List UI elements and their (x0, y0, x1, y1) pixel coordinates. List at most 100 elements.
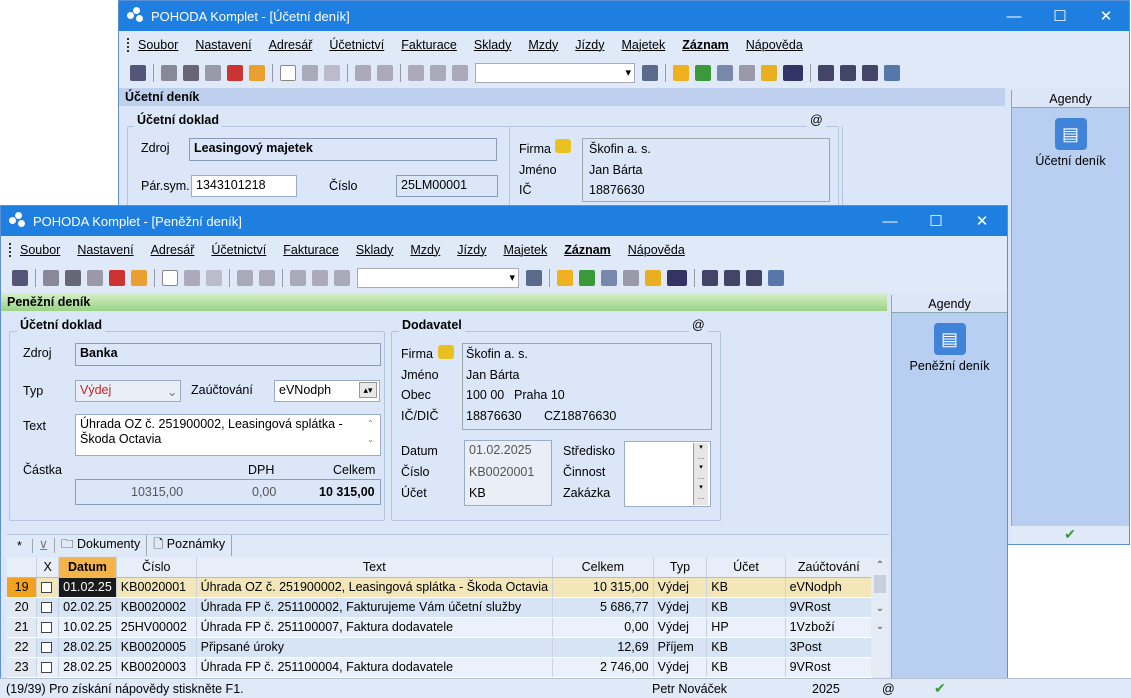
menu-adresar[interactable]: Adresář (151, 243, 195, 257)
menu-majetek[interactable]: Majetek (503, 243, 547, 257)
tools-icon[interactable] (259, 270, 275, 286)
text-area[interactable]: Úhrada OZ č. 251900002, Leasingová splát… (75, 414, 381, 456)
handshake-icon[interactable] (555, 139, 571, 153)
table-row[interactable]: 21 10.02.25 25HV00002 Úhrada FP č. 25110… (7, 617, 874, 638)
new-icon[interactable] (162, 270, 178, 286)
iban-icon[interactable] (783, 65, 803, 81)
col-cislo[interactable]: Číslo (116, 557, 197, 578)
filter-icon[interactable] (642, 65, 658, 81)
close-button[interactable]: ✕ (1083, 1, 1129, 31)
dropdown-buttons[interactable]: ▾… ▾… ▾… (693, 443, 708, 505)
table-scrollbar[interactable]: ⌃ ⌄ ⌄ (871, 557, 889, 677)
coins-icon[interactable] (761, 65, 777, 81)
money-icon[interactable] (579, 270, 595, 286)
chevron-down-icon[interactable]: ⌄ (167, 384, 177, 399)
calculator-icon[interactable] (623, 270, 639, 286)
menu-napoveda[interactable]: Nápověda (628, 243, 685, 257)
print-icon[interactable] (183, 65, 199, 81)
scroll-arrows-icon[interactable]: ⌃ ⌄ (367, 416, 374, 448)
menu-jizdy[interactable]: Jízdy (575, 38, 604, 52)
col-zauct[interactable]: Zaúčtování (785, 557, 874, 578)
folder-icon[interactable] (673, 65, 689, 81)
row-checkbox[interactable] (36, 657, 60, 678)
menu-zaznam[interactable]: Záznam (564, 243, 611, 257)
table-row[interactable]: 22 28.02.25 KB0020005 Připsané úroky 12,… (7, 637, 874, 658)
new-icon[interactable] (280, 65, 296, 81)
menu-nastaveni[interactable]: Nastavení (195, 38, 251, 52)
menu-sklady[interactable]: Sklady (474, 38, 512, 52)
list-icon[interactable] (840, 65, 856, 81)
help-icon[interactable] (884, 65, 900, 81)
maximize-button[interactable]: ☐ (1037, 1, 1083, 31)
tab-poznamky[interactable]: 🗋 Poznámky (147, 535, 233, 556)
print-icon[interactable] (65, 270, 81, 286)
help-icon[interactable] (768, 270, 784, 286)
monitor-icon[interactable] (818, 65, 834, 81)
tools-icon[interactable] (377, 65, 393, 81)
col-datum[interactable]: Datum (58, 557, 117, 578)
agenda-item-label[interactable]: Účetní deník (1012, 154, 1129, 168)
calculator-icon[interactable] (739, 65, 755, 81)
folder-icon[interactable] (557, 270, 573, 286)
window-icon[interactable] (862, 65, 878, 81)
edit-icon[interactable] (184, 270, 200, 286)
menu-majetek[interactable]: Majetek (621, 38, 665, 52)
menu-mzdy[interactable]: Mzdy (410, 243, 440, 257)
table-icon[interactable] (601, 270, 617, 286)
menu-fakturace[interactable]: Fakturace (401, 38, 457, 52)
export-icon[interactable] (131, 270, 147, 286)
menu-napoveda[interactable]: Nápověda (746, 38, 803, 52)
back-arrow-icon[interactable] (237, 270, 253, 286)
exit-icon[interactable] (12, 270, 28, 286)
col-text[interactable]: Text (196, 557, 554, 578)
save-icon[interactable] (290, 270, 306, 286)
row-checkbox[interactable] (36, 637, 60, 658)
col-x[interactable]: X (36, 557, 60, 578)
monitor-icon[interactable] (702, 270, 718, 286)
save-icon[interactable] (408, 65, 424, 81)
exit-icon[interactable] (130, 65, 146, 81)
coins-icon[interactable] (645, 270, 661, 286)
menu-soubor[interactable]: Soubor (138, 38, 178, 52)
search-combo[interactable] (357, 268, 519, 288)
ledger-icon[interactable]: ▤ (1054, 118, 1087, 150)
window-icon[interactable] (746, 270, 762, 286)
doc-icon[interactable] (430, 65, 446, 81)
calc-icon[interactable] (324, 65, 340, 81)
minimize-button[interactable]: — (991, 1, 1037, 31)
ledger-icon[interactable]: ▤ (933, 323, 966, 355)
tab-star[interactable]: * (7, 538, 33, 553)
calc-icon[interactable] (206, 270, 222, 286)
preview-icon[interactable] (87, 270, 103, 286)
col-celkem[interactable]: Celkem (552, 557, 654, 578)
export-icon[interactable] (249, 65, 265, 81)
ellipsis-button[interactable]: ▴▾ (359, 382, 377, 398)
back-arrow-icon[interactable] (355, 65, 371, 81)
table-row[interactable]: 19 01.02.25 KB0020001 Úhrada OZ č. 25190… (7, 577, 874, 598)
money-icon[interactable] (695, 65, 711, 81)
col-typ[interactable]: Typ (653, 557, 708, 578)
list-icon[interactable] (724, 270, 740, 286)
pdf-icon[interactable] (109, 270, 125, 286)
copy-icon[interactable] (43, 270, 59, 286)
edit-icon[interactable] (302, 65, 318, 81)
row-checkbox[interactable] (36, 597, 60, 618)
copy-icon[interactable] (161, 65, 177, 81)
pdf-icon[interactable] (227, 65, 243, 81)
search-combo[interactable] (475, 63, 635, 83)
iban-icon[interactable] (667, 270, 687, 286)
typ-select[interactable]: Výdej (75, 380, 181, 402)
menu-ucetnictvi[interactable]: Účetnictví (211, 243, 266, 257)
tab-filter-icon[interactable]: ⊻ (33, 538, 56, 553)
menu-fakturace[interactable]: Fakturace (283, 243, 339, 257)
table-row[interactable]: 20 02.02.25 KB0020002 Úhrada FP č. 25110… (7, 597, 874, 618)
menu-mzdy[interactable]: Mzdy (528, 38, 558, 52)
menu-jizdy[interactable]: Jízdy (457, 243, 486, 257)
filter-icon[interactable] (526, 270, 542, 286)
menu-soubor[interactable]: Soubor (20, 243, 60, 257)
minimize-button[interactable]: — (867, 206, 913, 236)
row-checkbox[interactable] (36, 577, 60, 598)
close-button[interactable]: ✕ (959, 206, 1005, 236)
menu-zaznam[interactable]: Záznam (682, 38, 729, 52)
preview-icon[interactable] (205, 65, 221, 81)
